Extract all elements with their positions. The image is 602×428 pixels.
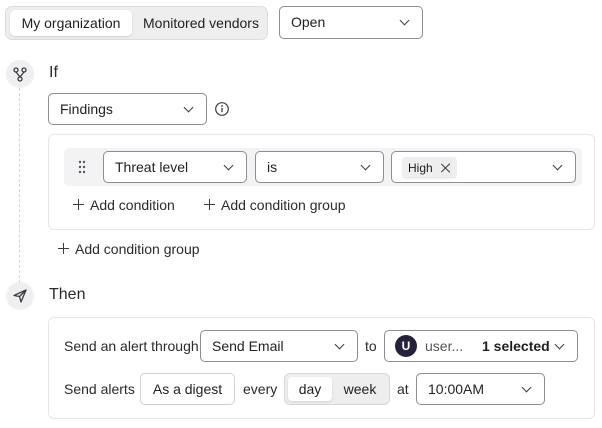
- plus-icon: [73, 199, 84, 210]
- send-alerts-label: Send alerts: [64, 381, 135, 397]
- value-tag-label: High: [408, 161, 433, 175]
- then-heading: Then: [49, 286, 86, 303]
- send-alert-label: Send an alert through: [64, 338, 199, 354]
- at-label: at: [397, 381, 409, 397]
- condition-operator-select[interactable]: is: [255, 151, 384, 183]
- add-condition-group-outer-label: Add condition group: [75, 241, 200, 257]
- frequency-day[interactable]: day: [288, 377, 332, 401]
- condition-field-value: Threat level: [115, 159, 189, 175]
- info-icon[interactable]: [214, 101, 230, 117]
- source-select-value: Findings: [60, 101, 113, 117]
- chevron-down-icon: [183, 102, 194, 113]
- tab-my-organization[interactable]: My organization: [10, 10, 132, 36]
- chevron-down-icon: [521, 382, 532, 393]
- chevron-down-icon: [552, 160, 563, 171]
- condition-operator-value: is: [267, 159, 278, 175]
- add-condition-label: Add condition: [90, 197, 175, 213]
- time-select[interactable]: 10:00AM: [416, 373, 545, 405]
- chevron-down-icon: [334, 339, 345, 350]
- digest-button[interactable]: As a digest: [140, 373, 235, 405]
- chevron-down-icon: [360, 160, 371, 171]
- status-select[interactable]: Open: [279, 6, 423, 39]
- channel-select-value: Send Email: [212, 338, 284, 354]
- recipient-name: user...: [425, 338, 464, 354]
- send-icon: [6, 282, 34, 310]
- recipients-select[interactable]: U user... 1 selected: [384, 330, 578, 362]
- every-label: every: [243, 381, 278, 397]
- plus-icon: [58, 243, 69, 254]
- frequency-week[interactable]: week: [335, 377, 385, 401]
- status-select-value: Open: [291, 14, 326, 30]
- add-condition-button[interactable]: Add condition: [73, 197, 175, 213]
- recipient-count: 1 selected: [482, 338, 550, 354]
- time-select-value: 10:00AM: [428, 381, 485, 397]
- frequency-toggle: day week: [284, 373, 390, 405]
- plus-icon: [204, 199, 215, 210]
- condition-field-select[interactable]: Threat level: [103, 151, 247, 183]
- drag-handle-icon[interactable]: [76, 159, 88, 175]
- chevron-down-icon: [399, 15, 410, 26]
- to-label: to: [365, 338, 377, 354]
- add-condition-group-label: Add condition group: [221, 197, 346, 213]
- source-select[interactable]: Findings: [48, 93, 207, 125]
- flow-rail: [19, 88, 20, 283]
- chevron-down-icon: [223, 160, 234, 171]
- add-condition-group-outer-button[interactable]: Add condition group: [58, 241, 200, 257]
- if-heading: If: [49, 64, 58, 81]
- flow-branch-icon: [6, 60, 34, 88]
- close-icon[interactable]: [440, 162, 452, 174]
- channel-select[interactable]: Send Email: [200, 330, 358, 362]
- chevron-down-icon: [554, 339, 565, 350]
- condition-value-select[interactable]: High: [391, 151, 576, 183]
- avatar: U: [395, 335, 417, 357]
- value-tag: High: [402, 157, 457, 179]
- scope-toggle: My organization Monitored vendors: [5, 6, 268, 40]
- add-condition-group-inner-button[interactable]: Add condition group: [204, 197, 346, 213]
- tab-monitored-vendors[interactable]: Monitored vendors: [136, 10, 266, 36]
